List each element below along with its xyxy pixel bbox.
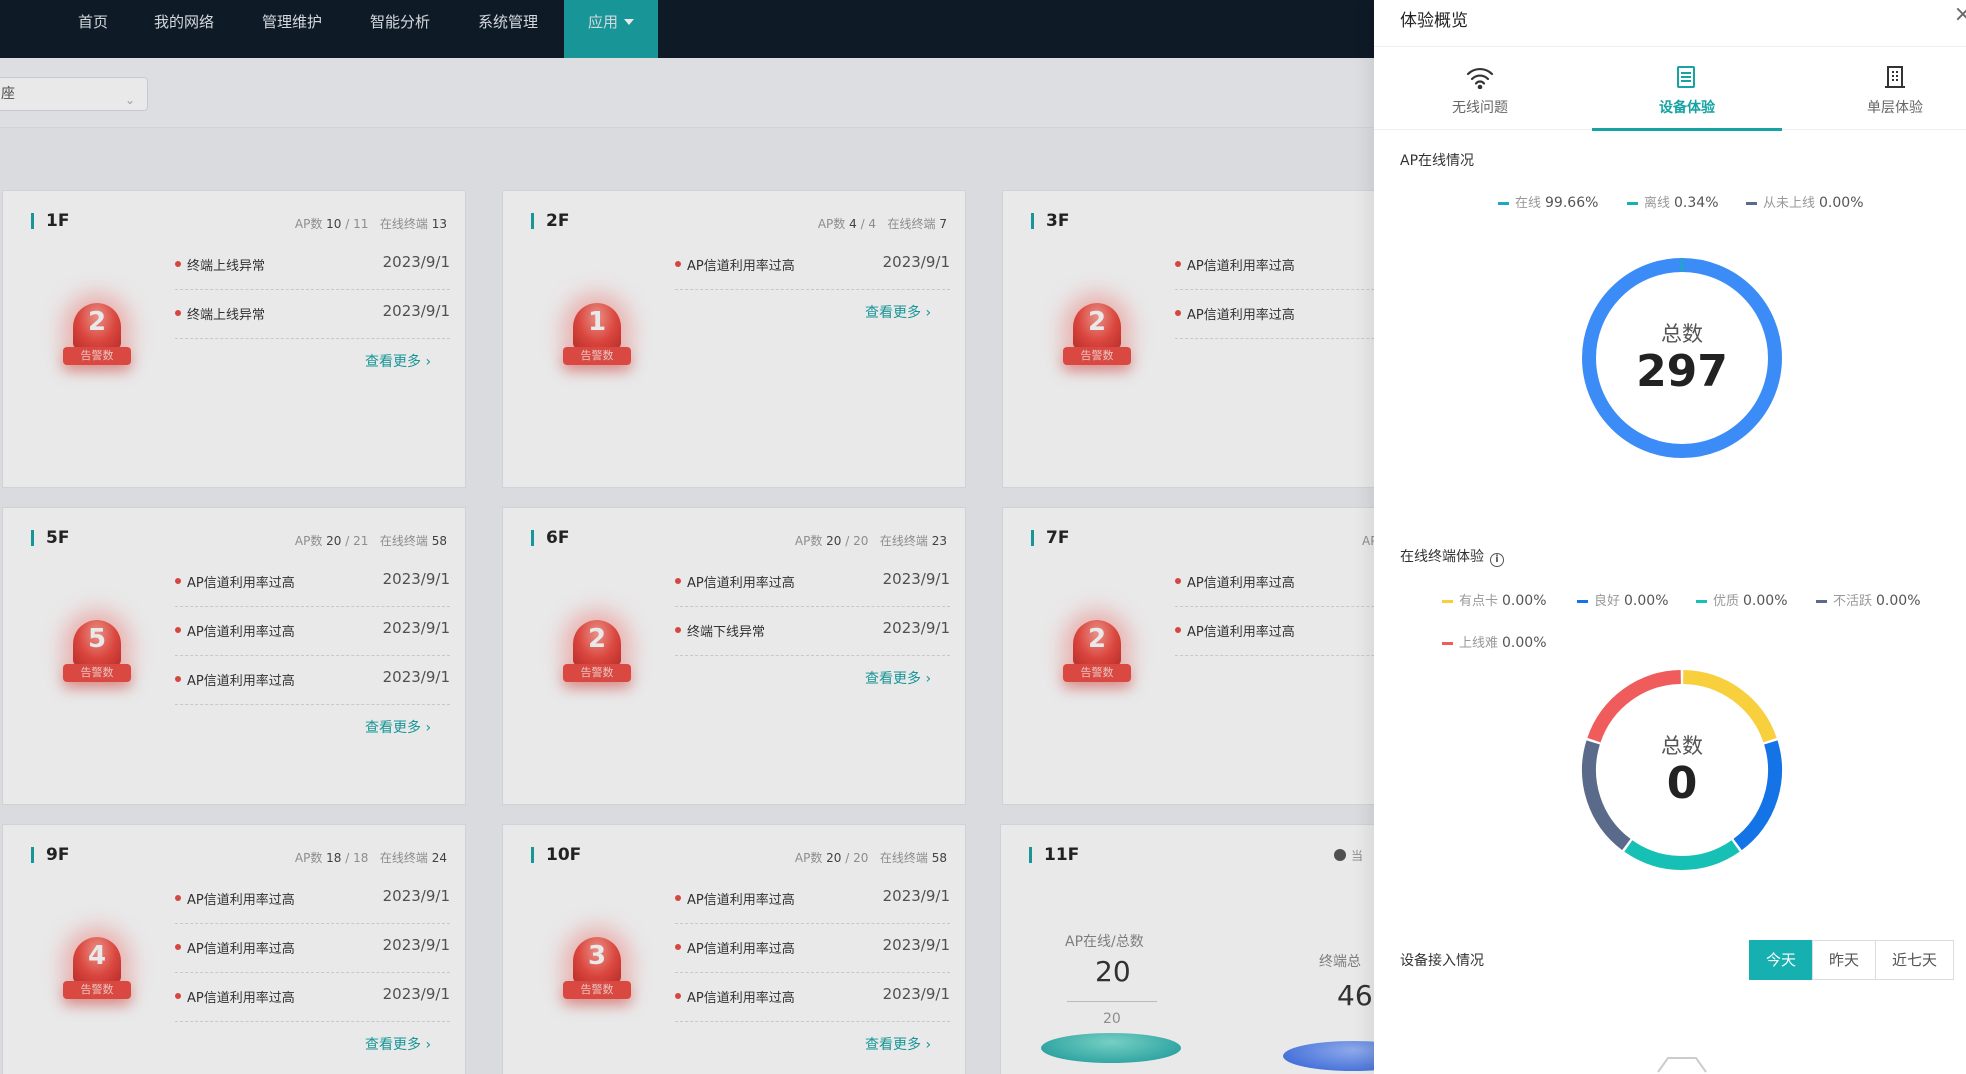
info-icon[interactable]: i	[1490, 553, 1504, 567]
tab-floor-experience[interactable]: 单层体验	[1800, 47, 1966, 131]
terminal-experience-section-title: 在线终端体验 i	[1400, 546, 1504, 567]
ap-legend-offline[interactable]: 离线 0.34%	[1627, 192, 1719, 211]
legend-swatch	[1816, 600, 1827, 603]
yesterday-button[interactable]: 昨天	[1812, 940, 1877, 980]
legend-value: 0.34%	[1674, 195, 1719, 211]
legend-label: 有点卡	[1459, 594, 1499, 609]
legend-swatch	[1627, 202, 1638, 205]
legend-swatch	[1442, 642, 1453, 645]
device-access-section-title: 设备接入情况	[1400, 953, 1484, 969]
ap-donut-center: 总数 297	[1582, 318, 1782, 396]
legend-swatch	[1696, 600, 1707, 603]
legend-swatch	[1746, 202, 1757, 205]
legend-label: 上线难	[1459, 636, 1499, 651]
legend-label: 离线	[1644, 196, 1671, 211]
legend-value: 0.00%	[1819, 195, 1864, 211]
close-icon[interactable]: ×	[1954, 2, 1966, 27]
tab-label: 无线问题	[1452, 100, 1508, 116]
legend-value: 0.00%	[1876, 593, 1921, 609]
last-seven-days-button[interactable]: 近七天	[1875, 940, 1955, 980]
legend-label: 在线	[1515, 196, 1542, 211]
legend-value: 0.00%	[1502, 593, 1547, 609]
drawer-mask[interactable]	[0, 0, 1374, 1074]
donut-center-label: 总数	[1661, 322, 1703, 346]
legend-swatch	[1442, 600, 1453, 603]
empty-state-icon	[1657, 1057, 1707, 1073]
term-legend-laggy[interactable]: 有点卡 0.00%	[1442, 590, 1547, 609]
term-legend-excellent[interactable]: 优质 0.00%	[1696, 590, 1788, 609]
legend-value: 0.00%	[1624, 593, 1669, 609]
legend-swatch	[1577, 600, 1588, 603]
legend-label: 不活跃	[1833, 594, 1873, 609]
drawer-tabs: 无线问题 设备体验 单层体验	[1374, 46, 1966, 131]
terminal-experience-arc	[1624, 840, 1740, 870]
term-legend-hard-to-connect[interactable]: 上线难 0.00%	[1442, 632, 1547, 651]
legend-value: 0.00%	[1502, 635, 1547, 651]
ap-legend-never-online[interactable]: 从未上线 0.00%	[1746, 192, 1864, 211]
legend-label: 从未上线	[1763, 196, 1816, 211]
legend-label: 优质	[1713, 594, 1740, 609]
legend-value: 0.00%	[1743, 593, 1788, 609]
experience-overview-drawer: 体验概览 × 无线问题 设备体验 单层体验 AP在线情况 在线 99.66% 离线…	[1374, 0, 1966, 1074]
ap-online-section-title: AP在线情况	[1400, 153, 1475, 169]
donut-center-label: 总数	[1661, 734, 1703, 758]
wifi-icon	[1385, 65, 1575, 90]
tab-label: 设备体验	[1659, 100, 1715, 116]
legend-label: 良好	[1594, 594, 1621, 609]
tab-device-experience[interactable]: 设备体验	[1592, 47, 1782, 131]
tab-wireless-issues[interactable]: 无线问题	[1385, 47, 1575, 131]
term-legend-good[interactable]: 良好 0.00%	[1577, 590, 1669, 609]
tab-label: 单层体验	[1867, 100, 1923, 116]
section-title-text: 在线终端体验	[1400, 549, 1484, 565]
date-range-toggle: 今天 昨天 近七天	[1749, 940, 1955, 980]
today-button[interactable]: 今天	[1749, 940, 1814, 980]
device-list-icon	[1592, 65, 1782, 89]
building-icon	[1800, 65, 1966, 89]
terminal-total-count: 0	[1666, 758, 1698, 809]
drawer-title: 体验概览	[1400, 11, 1468, 31]
ap-total-count: 297	[1636, 346, 1728, 397]
legend-swatch	[1498, 202, 1509, 205]
term-legend-inactive[interactable]: 不活跃 0.00%	[1816, 590, 1921, 609]
terminal-donut-center: 总数 0	[1582, 730, 1782, 808]
legend-value: 99.66%	[1545, 195, 1599, 211]
ap-legend-online[interactable]: 在线 99.66%	[1498, 192, 1598, 211]
